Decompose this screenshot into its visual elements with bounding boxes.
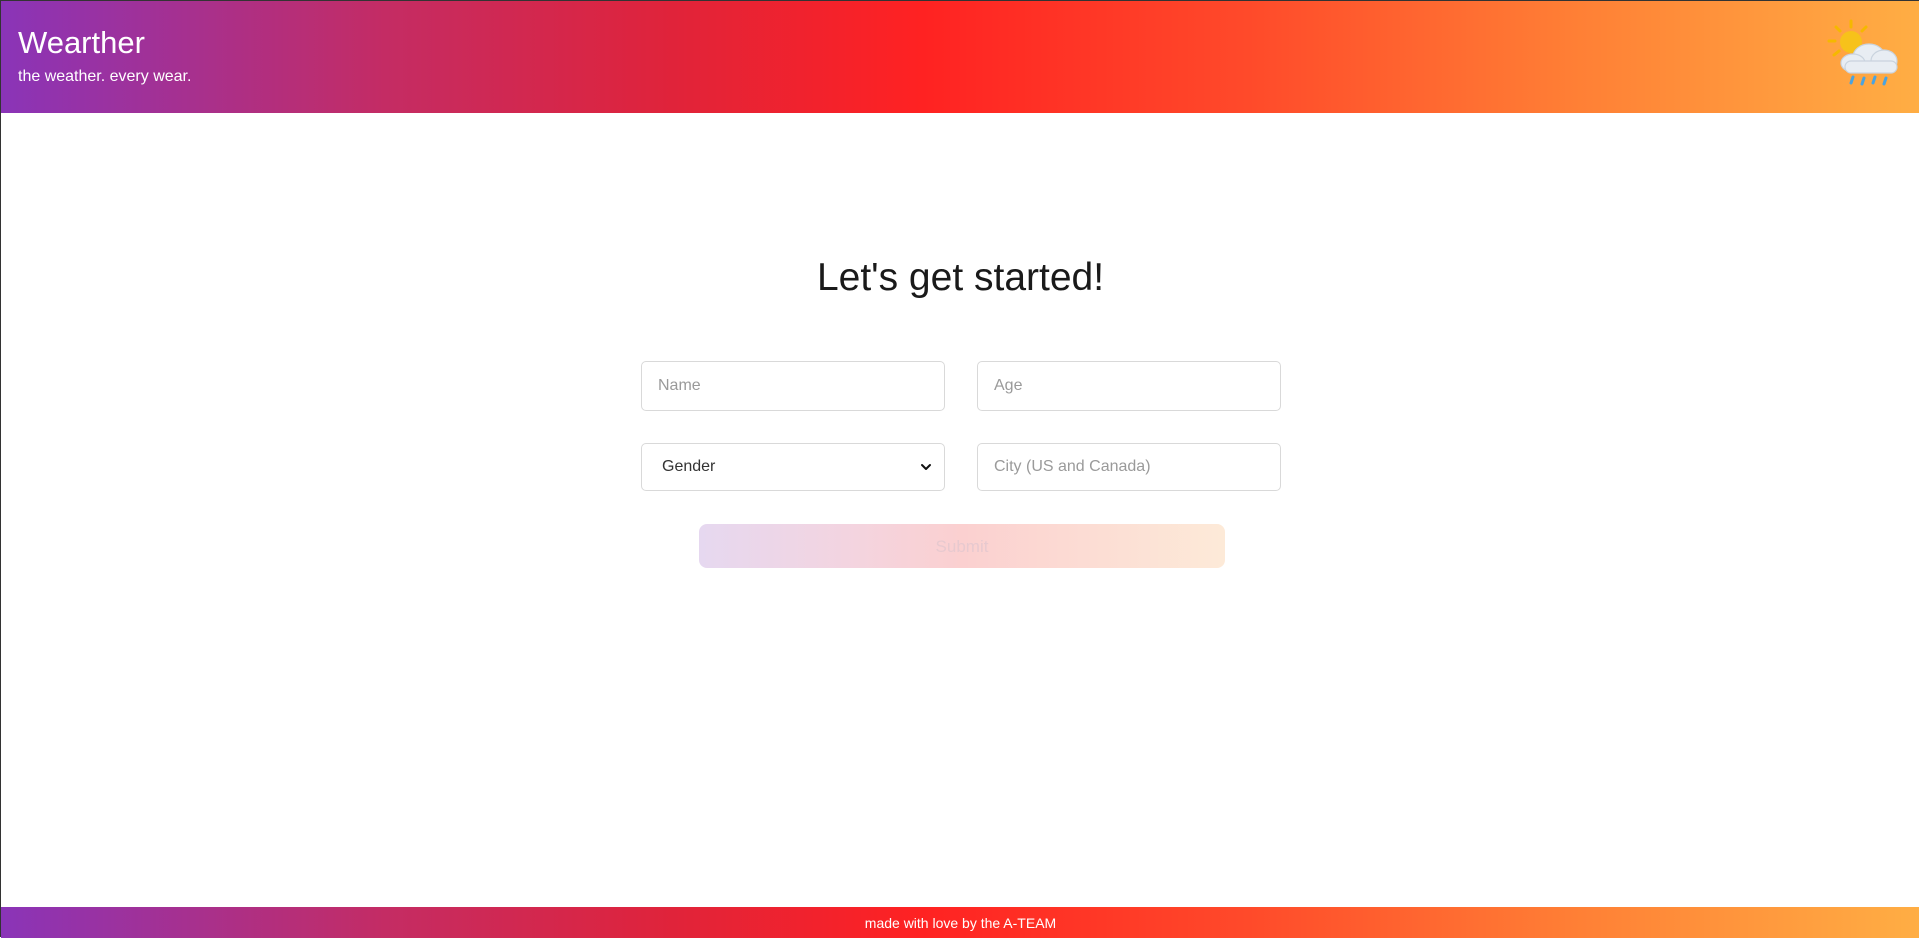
- chevron-down-icon: [921, 464, 931, 470]
- app-header: Wearther the weather. every wear.: [1, 1, 1919, 113]
- sun-behind-rain-cloud-icon: [1827, 19, 1898, 86]
- footer-credit: made with love by the A-TEAM: [864, 915, 1057, 931]
- gender-select[interactable]: Gender: [641, 443, 945, 491]
- app-footer: made with love by the A-TEAM: [1, 907, 1919, 938]
- app-title: Wearther: [18, 25, 145, 60]
- app-tagline: the weather. every wear.: [18, 68, 192, 85]
- page-title: Let's get started!: [816, 256, 1105, 299]
- submit-button[interactable]: Submit: [699, 524, 1225, 568]
- gender-select-value: Gender: [662, 458, 716, 475]
- age-input[interactable]: [977, 361, 1281, 411]
- name-input[interactable]: [641, 361, 945, 411]
- city-input[interactable]: [977, 443, 1281, 491]
